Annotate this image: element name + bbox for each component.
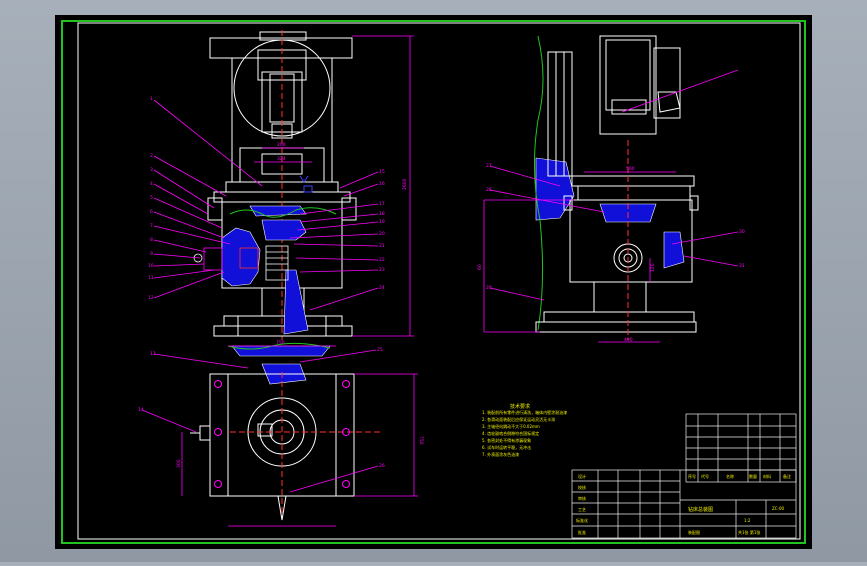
balloon-17: 17 [379,201,385,207]
balloon-30: 30 [739,229,745,235]
tb-row-process: 工艺 [578,507,586,512]
balloon-16: 16 [379,181,385,187]
note-line-2: 2. 各滑动面装配后应保证运动灵活无卡滞 [482,416,555,422]
cad-drawing: 1 2 3 4 5 6 7 8 9 10 11 12 15 16 17 18 1… [55,15,812,549]
balloon-28: 28 [486,187,492,193]
pl-col-qty: 数量 [749,473,757,479]
balloon-9: 9 [150,251,153,257]
balloon-11: 11 [148,275,154,281]
pl-col-material: 材料 [763,473,771,479]
tb-row-check: 校核 [578,484,586,490]
balloon-2: 2 [150,153,153,159]
balloon-27: 27 [486,163,492,169]
balloon-19: 19 [379,219,385,225]
tb-row-approve: 批准 [578,529,586,535]
tb-sheet: 共1张 第1张 [738,529,760,535]
tb-drawing-no: ZC-00 [772,506,785,511]
tb-material: 装配图 [688,529,700,535]
balloon-8: 8 [150,237,153,243]
balloon-5: 5 [150,195,153,201]
note-line-4: 4. 齿轮副啮合侧隙符合国标规定 [482,430,539,436]
dim-top-2: 324 [277,156,286,162]
balloon-13: 13 [150,351,156,357]
dim-base-width: 750 [276,340,285,346]
note-line-7: 7. 外表面涂灰色油漆 [482,451,519,457]
dim-overall-height: 2600 [402,178,408,190]
balloon-4: 4 [150,181,153,187]
balloon-14: 14 [138,407,144,413]
tb-drawing-name: 钻床总装图 [688,506,713,513]
pl-col-no: 序号 [688,473,696,479]
tb-row-standard: 标准化 [576,517,588,523]
balloon-12: 12 [148,295,154,301]
dim-plan-height: 750 [418,436,424,445]
dim-side-bottom: 400 [624,337,633,343]
balloon-29: 29 [486,285,492,291]
balloon-23: 23 [379,267,385,273]
tb-row-review: 审核 [578,495,586,501]
dim-top-1: 200 [277,142,286,148]
pl-col-remark: 备注 [783,473,791,479]
dim-side-top: 500 [626,166,635,172]
notes-heading: 技术要求 [510,403,530,410]
balloon-6: 6 [150,209,153,215]
balloon-15: 15 [379,169,385,175]
balloon-7: 7 [150,223,153,229]
cad-viewport: 1 2 3 4 5 6 7 8 9 10 11 12 15 16 17 18 1… [0,0,867,562]
note-line-6: 6. 试车时运转平稳，无冲击 [482,444,531,450]
balloon-20: 20 [379,231,385,237]
balloon-1: 1 [150,96,153,102]
balloon-22: 22 [379,257,385,263]
tb-row-design: 设计 [578,473,586,479]
balloon-18: 18 [379,211,385,217]
balloon-21: 21 [379,243,385,249]
balloon-10: 10 [148,263,154,269]
balloon-31: 31 [739,263,745,269]
dim-plan-offset: 300 [176,459,182,468]
pl-col-name: 名称 [726,473,734,479]
pl-col-code: 代号 [701,473,709,479]
balloon-25: 25 [377,347,383,353]
dim-side-height: 60 [477,264,483,270]
balloon-3: 3 [150,167,153,173]
dim-side-small: 120 [650,263,656,272]
balloon-26: 26 [379,463,385,469]
drawing-sheet [55,15,812,549]
note-line-5: 5. 各密封处不得有渗漏现象 [482,437,531,443]
balloon-24: 24 [379,285,385,291]
note-line-1: 1. 装配前所有零件进行清洗，箱体内壁涂耐油漆 [482,409,567,415]
note-line-3: 3. 主轴径向跳动不大于0.02mm [482,423,540,429]
tb-scale: 1:2 [744,518,751,523]
